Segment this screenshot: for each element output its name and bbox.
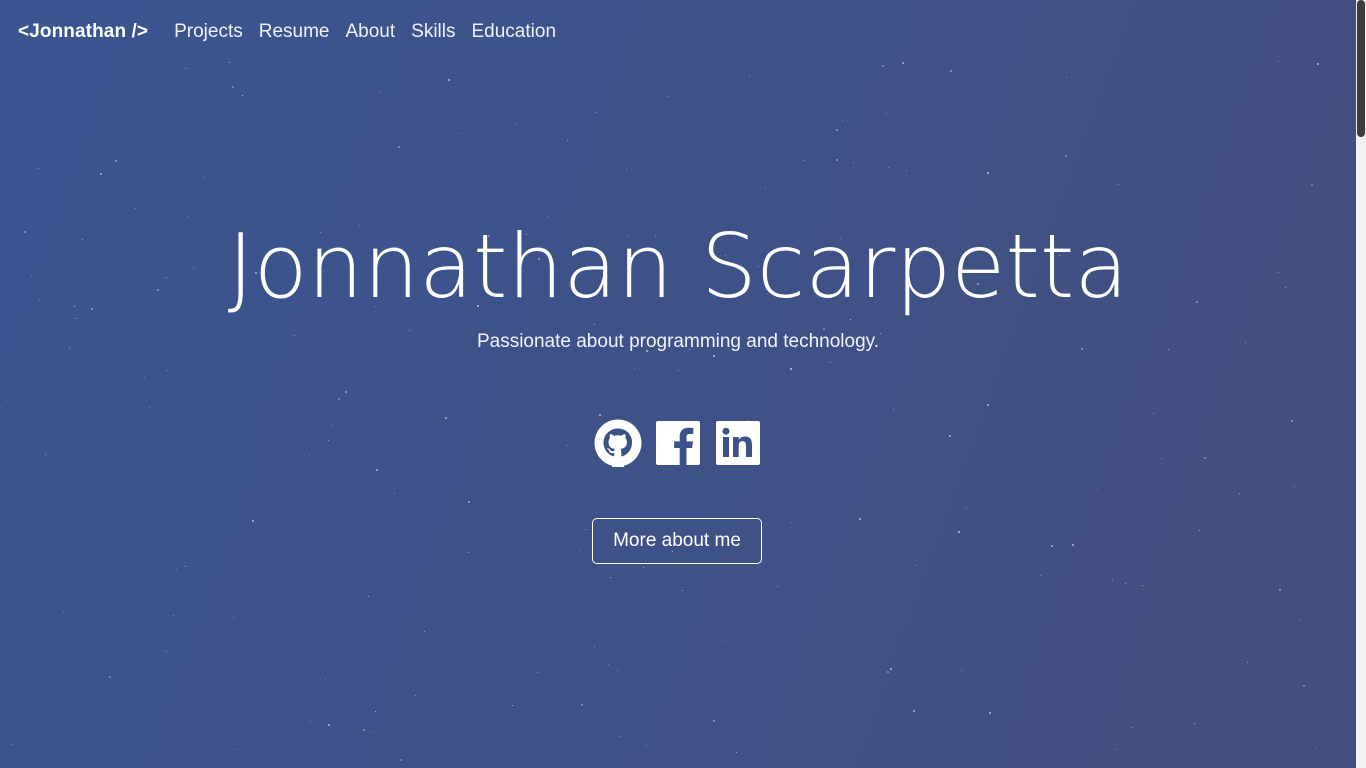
linkedin-link[interactable] bbox=[716, 421, 760, 465]
more-about-me-button[interactable]: More about me bbox=[592, 518, 762, 564]
linkedin-icon bbox=[716, 421, 760, 465]
page-scrollbar[interactable] bbox=[1356, 0, 1366, 768]
hero-title: Jonnathan Scarpetta bbox=[227, 215, 1129, 318]
hero-subtitle: Passionate about programming and technol… bbox=[476, 331, 880, 352]
github-link[interactable] bbox=[594, 419, 656, 467]
facebook-icon bbox=[656, 421, 700, 465]
scrollbar-thumb[interactable] bbox=[1357, 0, 1365, 137]
github-icon bbox=[594, 419, 642, 467]
hero-section: Jonnathan Scarpetta Passionate about pro… bbox=[0, 0, 1356, 768]
facebook-link[interactable] bbox=[656, 421, 716, 465]
social-links bbox=[594, 419, 760, 467]
